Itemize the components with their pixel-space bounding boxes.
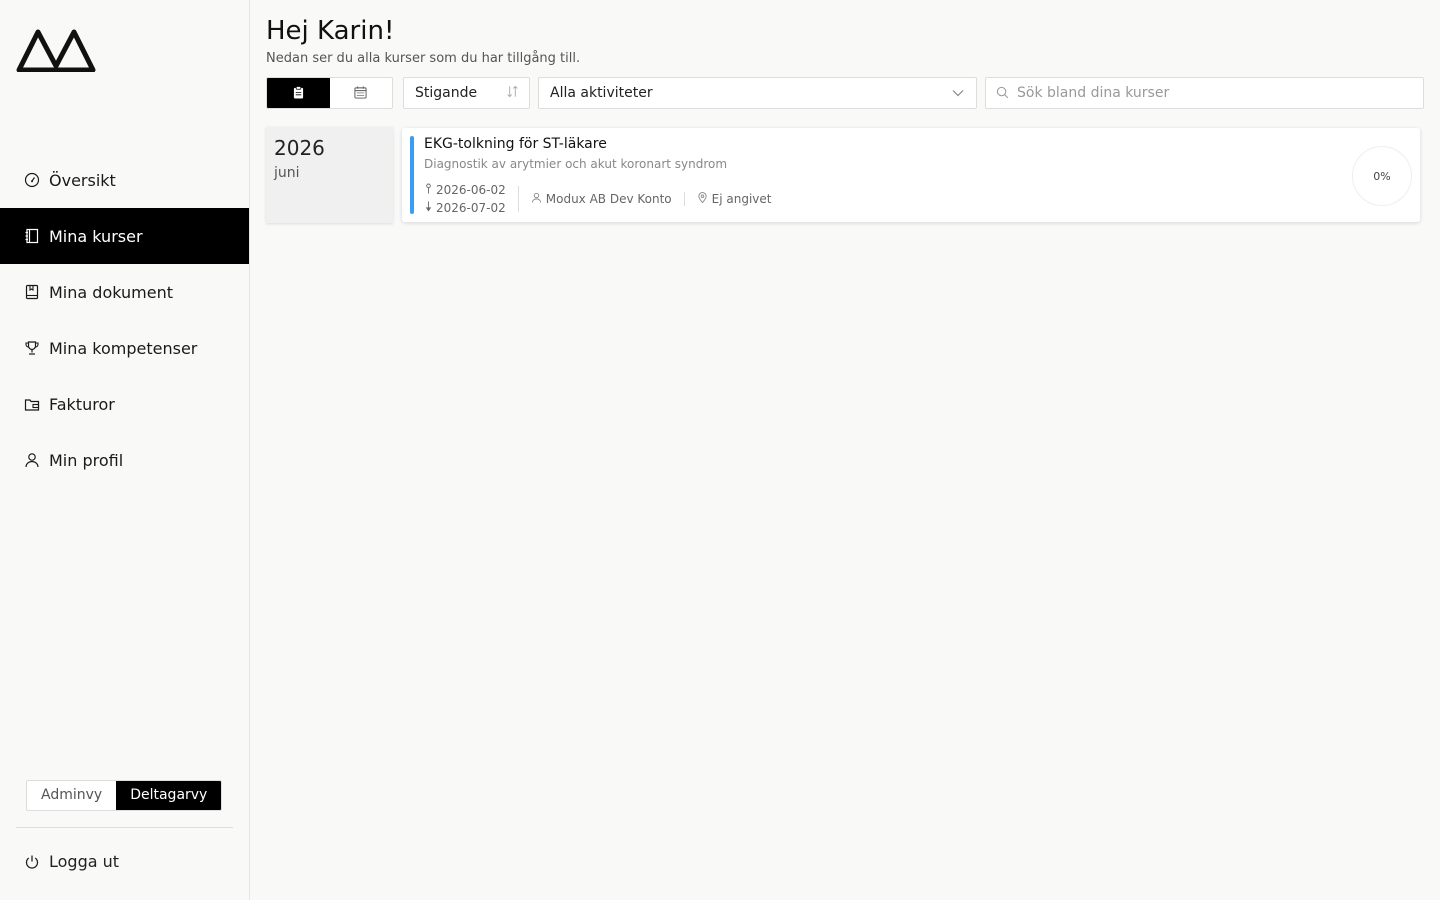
activity-filter-select[interactable]: Alla aktiviteter [538, 77, 977, 109]
sidebar-item-label: Mina dokument [49, 282, 173, 302]
sidebar-item-label: Fakturor [49, 394, 115, 414]
course-meta: 2026-06-02 2026-07-02 Modux AB Dev Konto [424, 181, 772, 217]
gauge-icon [24, 172, 40, 188]
calendar-view-button[interactable] [330, 78, 393, 108]
search-box [985, 77, 1424, 109]
arrow-end-icon [424, 199, 436, 217]
sidebar-item-label: Mina kompetenser [49, 338, 198, 358]
logout-label: Logga ut [49, 852, 120, 871]
user-icon [531, 192, 546, 206]
logo[interactable] [16, 24, 97, 72]
sidebar-item-oversikt[interactable]: Översikt [0, 152, 249, 208]
sidebar-item-label: Mina kurser [49, 226, 143, 246]
date-group-header: 2026 juni [266, 127, 393, 223]
course-start-date: 2026-06-02 [436, 183, 506, 197]
pin-start-icon [424, 181, 436, 199]
course-accent-bar [410, 136, 414, 214]
divider [16, 827, 233, 828]
course-title: EKG-tolkning för ST-läkare [424, 136, 607, 152]
sidebar-item-mina-dokument[interactable]: Mina dokument [0, 264, 249, 320]
sidebar-item-mina-kompetenser[interactable]: Mina kompetenser [0, 320, 249, 376]
sidebar-nav: Översikt Mina kurser Mina dokument Mina … [0, 152, 249, 488]
course-description: Diagnostik av arytmier och akut koronart… [424, 157, 728, 171]
sidebar: Översikt Mina kurser Mina dokument Mina … [0, 0, 250, 900]
sidebar-item-label: Min profil [49, 450, 124, 470]
divider [683, 192, 685, 206]
course-organizer-name: Modux AB Dev Konto [545, 192, 672, 206]
chevron-down-icon [952, 85, 964, 101]
participant-view-button[interactable]: Deltagarvy [116, 781, 222, 810]
search-input[interactable] [1017, 85, 1413, 101]
course-dates: 2026-06-02 2026-07-02 [424, 181, 506, 217]
wallet-icon [24, 396, 40, 412]
location-pin-icon [697, 192, 712, 206]
book-icon [24, 284, 40, 300]
sidebar-item-fakturor[interactable]: Fakturor [0, 376, 249, 432]
course-organizer: Modux AB Dev Konto [531, 192, 672, 206]
end-date-row: 2026-07-02 [424, 199, 506, 217]
sidebar-item-mina-kurser[interactable]: Mina kurser [0, 208, 249, 264]
group-month: juni [274, 165, 300, 181]
clipboard-icon [293, 84, 304, 103]
course-end-date: 2026-07-02 [436, 201, 506, 215]
course-location-name: Ej angivet [711, 192, 772, 206]
page-subtitle: Nedan ser du alla kurser som du har till… [266, 51, 581, 66]
display-mode-toggle [266, 77, 393, 109]
logout-button[interactable]: Logga ut [24, 852, 119, 871]
divider [517, 186, 519, 212]
notebook-icon [24, 228, 40, 244]
trophy-icon [24, 340, 40, 356]
sort-order-select[interactable]: Stigande [403, 77, 530, 109]
course-progress-value: 0% [1373, 169, 1391, 183]
list-view-button[interactable] [267, 78, 330, 108]
search-icon [996, 84, 1009, 103]
course-card[interactable]: EKG-tolkning för ST-läkare Diagnostik av… [402, 128, 1420, 222]
user-icon [24, 452, 40, 468]
power-icon [24, 854, 40, 870]
sort-arrows-icon [506, 85, 519, 102]
admin-view-button[interactable]: Adminvy [27, 781, 116, 810]
group-year: 2026 [274, 136, 325, 160]
page-title: Hej Karin! [266, 16, 395, 46]
sidebar-item-label: Översikt [49, 170, 116, 190]
view-mode-toggle: Adminvy Deltagarvy [26, 780, 223, 811]
course-progress-ring: 0% [1352, 146, 1412, 206]
activity-filter-value: Alla aktiviteter [550, 85, 653, 101]
course-location: Ej angivet [697, 192, 772, 206]
sort-order-value: Stigande [415, 85, 478, 101]
sidebar-item-min-profil[interactable]: Min profil [0, 432, 249, 488]
calendar-icon [354, 84, 367, 103]
start-date-row: 2026-06-02 [424, 181, 506, 199]
